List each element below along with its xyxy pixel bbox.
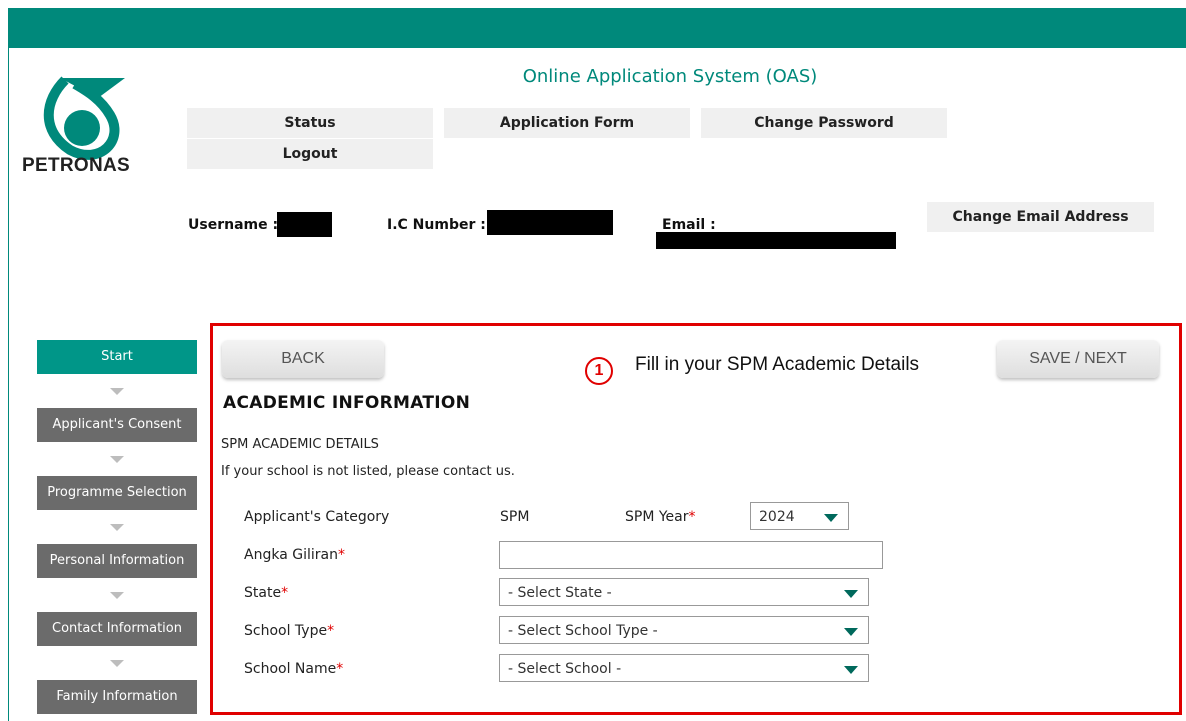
sidebar-item-start[interactable]: Start: [37, 340, 197, 374]
sidebar-item-family-information[interactable]: Family Information: [37, 680, 197, 714]
save-next-button[interactable]: SAVE / NEXT: [997, 340, 1159, 378]
email-redacted: [656, 232, 896, 249]
annotation-number: 1: [585, 357, 613, 385]
school-name-label: School Name*: [244, 661, 344, 677]
annotation-text: Fill in your SPM Academic Details: [635, 354, 920, 375]
nav-logout[interactable]: Logout: [187, 139, 433, 169]
email-label: Email :: [662, 217, 716, 233]
nav-application-form[interactable]: Application Form: [444, 108, 690, 138]
ic-number-label: I.C Number :: [387, 217, 486, 233]
chevron-down-icon: [844, 628, 858, 636]
username-label: Username :: [188, 217, 279, 233]
brand-name: PETRONAS: [22, 155, 130, 176]
change-email-button[interactable]: Change Email Address: [927, 202, 1154, 232]
spm-year-label: SPM Year*: [625, 509, 696, 525]
chevron-down-icon: [844, 590, 858, 598]
school-type-label: School Type*: [244, 623, 335, 639]
subheading: SPM ACADEMIC DETAILS: [221, 437, 379, 452]
sidebar-item-applicants-consent[interactable]: Applicant's Consent: [37, 408, 197, 442]
nav-change-password[interactable]: Change Password: [701, 108, 947, 138]
category-label: Applicant's Category: [244, 509, 390, 525]
school-type-select[interactable]: - Select School Type -: [499, 616, 869, 644]
chevron-down-icon: [824, 514, 838, 522]
state-select[interactable]: - Select State -: [499, 578, 869, 606]
state-label: State*: [244, 585, 289, 601]
step-arrow-icon: [110, 388, 124, 395]
category-value: SPM: [500, 509, 530, 525]
nav-status[interactable]: Status: [187, 108, 433, 138]
back-button[interactable]: BACK: [222, 340, 384, 378]
left-border: [8, 48, 9, 721]
sidebar-item-personal-information[interactable]: Personal Information: [37, 544, 197, 578]
ic-number-redacted: [487, 210, 613, 235]
top-banner: [8, 8, 1186, 48]
step-arrow-icon: [110, 524, 124, 531]
step-arrow-icon: [110, 660, 124, 667]
page-title: Online Application System (OAS): [522, 66, 818, 87]
angka-giliran-input[interactable]: [499, 541, 883, 569]
school-name-select[interactable]: - Select School -: [499, 654, 869, 682]
spm-year-select[interactable]: 2024: [750, 502, 849, 530]
sidebar-item-contact-information[interactable]: Contact Information: [37, 612, 197, 646]
step-arrow-icon: [110, 456, 124, 463]
section-title: ACADEMIC INFORMATION: [223, 393, 471, 413]
step-arrow-icon: [110, 592, 124, 599]
sidebar-item-programme-selection[interactable]: Programme Selection: [37, 476, 197, 510]
contact-note: If your school is not listed, please con…: [221, 464, 515, 479]
angka-giliran-label: Angka Giliran*: [244, 547, 345, 563]
username-redacted: [277, 212, 332, 237]
chevron-down-icon: [844, 666, 858, 674]
